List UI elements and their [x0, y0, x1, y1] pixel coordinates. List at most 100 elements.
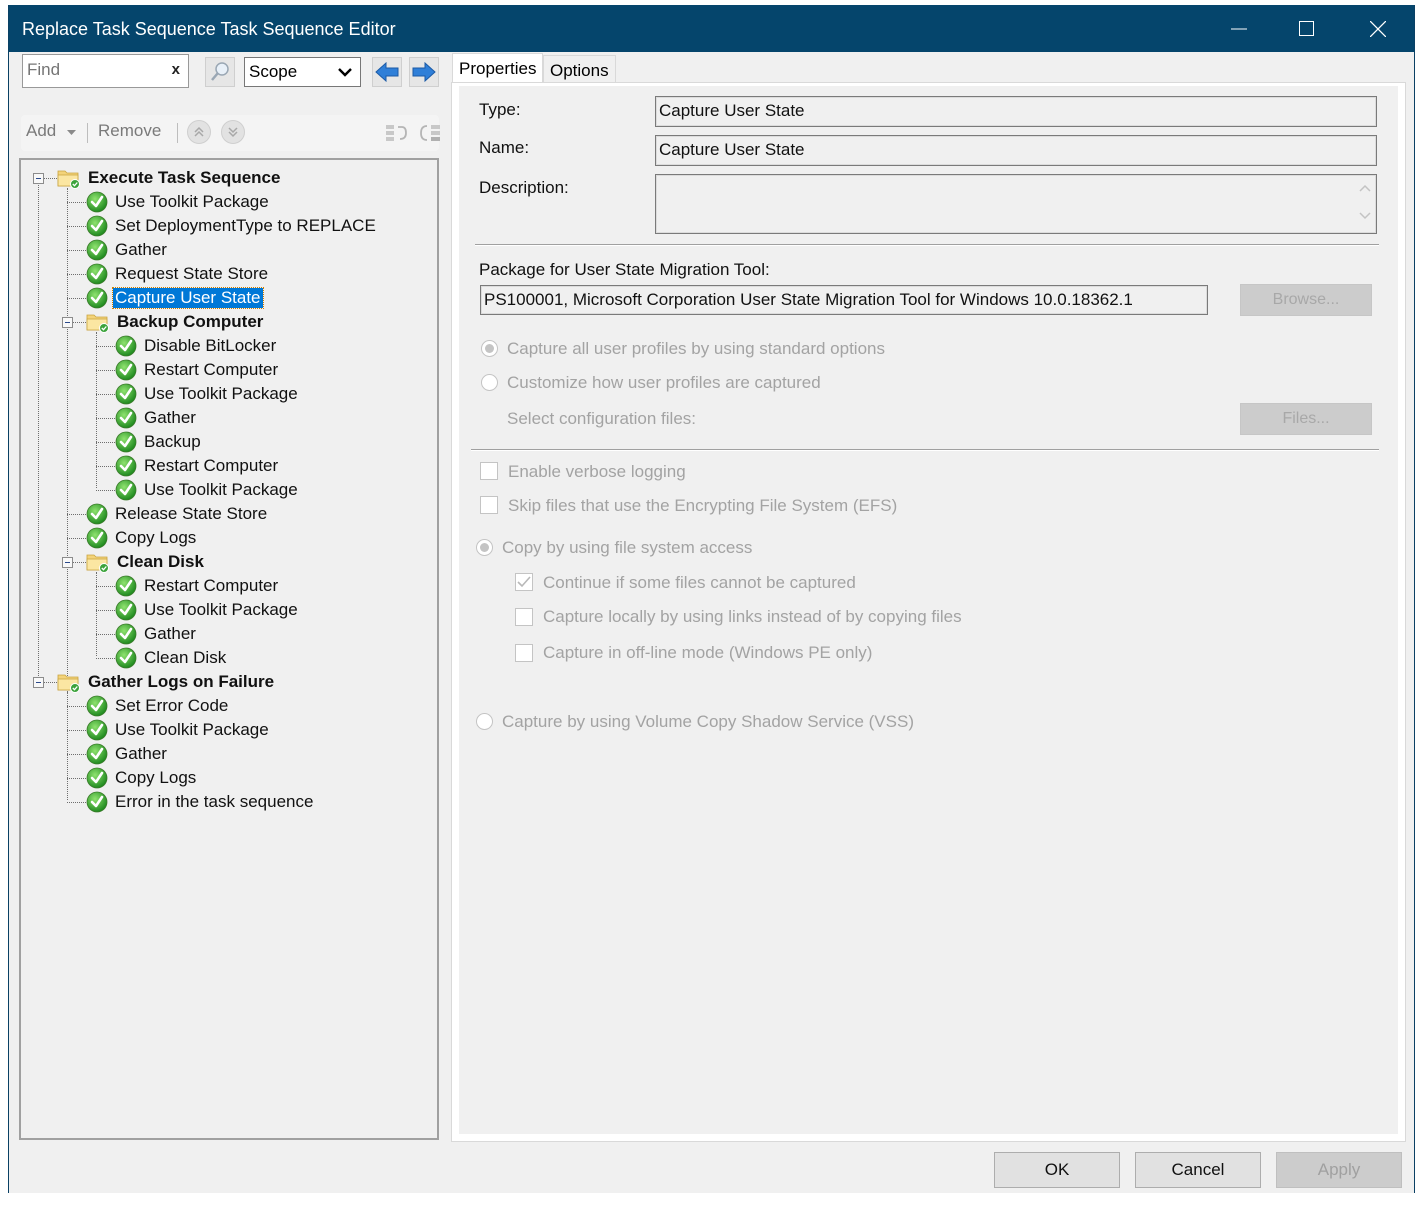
- tree-item[interactable]: Restart Computer: [115, 454, 280, 478]
- forward-button[interactable]: [409, 57, 439, 87]
- tree-item-label[interactable]: Clean Disk: [115, 552, 206, 572]
- tree-item[interactable]: Restart Computer: [115, 574, 280, 598]
- verbose-logging-checkbox[interactable]: [480, 462, 498, 480]
- tree-item-label[interactable]: Set Error Code: [113, 696, 230, 716]
- tree-item[interactable]: Disable BitLocker: [115, 334, 278, 358]
- tree-item[interactable]: Gather: [86, 238, 169, 262]
- tree-group[interactable]: Execute Task Sequence: [57, 166, 282, 190]
- tree-item-label[interactable]: Gather: [142, 408, 198, 428]
- tree-item[interactable]: Release State Store: [86, 502, 269, 526]
- scope-dropdown[interactable]: Scope: [244, 57, 361, 87]
- find-field[interactable]: x: [22, 54, 189, 88]
- tab-options[interactable]: Options: [543, 55, 616, 85]
- collapse-toggle[interactable]: [33, 173, 44, 184]
- tree-item-label[interactable]: Copy Logs: [113, 768, 198, 788]
- collapse-toggle[interactable]: [62, 317, 73, 328]
- browse-button[interactable]: Browse...: [1240, 284, 1372, 316]
- task-sequence-tree[interactable]: Execute Task Sequence Use Toolkit Package…: [19, 158, 439, 1140]
- tree-item-label[interactable]: Use Toolkit Package: [113, 720, 271, 740]
- description-scrollbar[interactable]: [1354, 176, 1376, 232]
- tab-properties[interactable]: Properties: [452, 53, 544, 85]
- move-up-button[interactable]: [187, 120, 211, 144]
- offline-mode-label: Capture in off-line mode (Windows PE onl…: [543, 643, 873, 662]
- redo-icon[interactable]: [419, 123, 443, 145]
- skip-efs-checkbox[interactable]: [480, 496, 498, 514]
- scroll-down-icon[interactable]: [1359, 212, 1371, 220]
- tree-item-label[interactable]: Use Toolkit Package: [113, 192, 271, 212]
- close-button[interactable]: [1345, 5, 1411, 52]
- offline-mode-checkbox[interactable]: [515, 644, 533, 662]
- tree-item[interactable]: Use Toolkit Package: [86, 190, 271, 214]
- tree-item-label[interactable]: Use Toolkit Package: [142, 480, 300, 500]
- tree-item[interactable]: Backup: [115, 430, 203, 454]
- tree-item-label[interactable]: Restart Computer: [142, 456, 280, 476]
- maximize-button[interactable]: [1274, 5, 1340, 52]
- tree-item-label[interactable]: Disable BitLocker: [142, 336, 278, 356]
- capture-standard-radio[interactable]: [481, 340, 498, 357]
- tree-group[interactable]: Gather Logs on Failure: [57, 670, 276, 694]
- collapse-toggle[interactable]: [62, 557, 73, 568]
- tree-item-label[interactable]: Gather: [142, 624, 198, 644]
- tree-item-label[interactable]: Gather: [113, 240, 169, 260]
- tree-item-label[interactable]: Clean Disk: [142, 648, 228, 668]
- section-divider: [475, 244, 1379, 246]
- back-button[interactable]: [372, 57, 402, 87]
- tree-item[interactable]: Gather: [115, 622, 198, 646]
- customize-capture-radio[interactable]: [481, 374, 498, 391]
- tree-item[interactable]: Restart Computer: [115, 358, 280, 382]
- tree-item-label[interactable]: Restart Computer: [142, 576, 280, 596]
- tree-item[interactable]: Clean Disk: [115, 646, 228, 670]
- tree-item-label[interactable]: Use Toolkit Package: [142, 384, 300, 404]
- clear-find-button[interactable]: x: [172, 61, 180, 78]
- tree-item-label[interactable]: Use Toolkit Package: [142, 600, 300, 620]
- folder-icon: [57, 671, 81, 693]
- name-input[interactable]: Capture User State: [655, 135, 1377, 166]
- tree-item-label[interactable]: Request State Store: [113, 264, 270, 284]
- continue-if-fail-checkbox[interactable]: [515, 573, 533, 591]
- tree-group[interactable]: Backup Computer: [86, 310, 265, 334]
- add-button[interactable]: Add: [26, 121, 56, 141]
- tree-item[interactable]: Use Toolkit Package: [115, 478, 300, 502]
- tree-item[interactable]: Copy Logs: [86, 766, 198, 790]
- undo-icon[interactable]: [385, 123, 409, 145]
- tree-item[interactable]: Set Error Code: [86, 694, 230, 718]
- tree-item-label[interactable]: Set DeploymentType to REPLACE: [113, 216, 378, 236]
- ok-button[interactable]: OK: [994, 1152, 1120, 1188]
- tree-item-label[interactable]: Error in the task sequence: [113, 792, 315, 812]
- tree-item-label[interactable]: Capture User State: [112, 287, 264, 309]
- tree-item[interactable]: Copy Logs: [86, 526, 198, 550]
- tree-item-label[interactable]: Gather Logs on Failure: [86, 672, 276, 692]
- tree-item[interactable]: Request State Store: [86, 262, 270, 286]
- vss-capture-radio[interactable]: [476, 713, 493, 730]
- filesystem-copy-radio[interactable]: [476, 539, 493, 556]
- tree-item[interactable]: Gather: [115, 406, 198, 430]
- tree-item-label[interactable]: Restart Computer: [142, 360, 280, 380]
- collapse-toggle[interactable]: [33, 677, 44, 688]
- tree-group[interactable]: Clean Disk: [86, 550, 206, 574]
- tree-item[interactable]: Use Toolkit Package: [86, 718, 271, 742]
- tree-item[interactable]: Error in the task sequence: [86, 790, 315, 814]
- tree-item[interactable]: Gather: [86, 742, 169, 766]
- add-dropdown-icon[interactable]: [67, 130, 76, 136]
- scroll-up-icon[interactable]: [1359, 184, 1371, 192]
- tree-item-label[interactable]: Execute Task Sequence: [86, 168, 282, 188]
- minimize-button[interactable]: [1206, 5, 1272, 52]
- tree-item-label[interactable]: Gather: [113, 744, 169, 764]
- cancel-button[interactable]: Cancel: [1135, 1152, 1261, 1188]
- tree-item-label[interactable]: Backup Computer: [115, 312, 265, 332]
- tree-item-label[interactable]: Copy Logs: [113, 528, 198, 548]
- tree-item[interactable]: Capture User State: [86, 286, 264, 310]
- tree-item[interactable]: Use Toolkit Package: [115, 382, 300, 406]
- find-input[interactable]: [23, 55, 161, 85]
- description-textarea[interactable]: [655, 174, 1377, 234]
- apply-button[interactable]: Apply: [1276, 1152, 1402, 1188]
- search-button[interactable]: [205, 57, 235, 87]
- move-down-button[interactable]: [221, 120, 245, 144]
- tree-item-label[interactable]: Release State Store: [113, 504, 269, 524]
- tree-item[interactable]: Set DeploymentType to REPLACE: [86, 214, 378, 238]
- remove-button[interactable]: Remove: [98, 121, 161, 141]
- capture-locally-checkbox[interactable]: [515, 608, 533, 626]
- tree-item-label[interactable]: Backup: [142, 432, 203, 452]
- files-button[interactable]: Files...: [1240, 403, 1372, 435]
- tree-item[interactable]: Use Toolkit Package: [115, 598, 300, 622]
